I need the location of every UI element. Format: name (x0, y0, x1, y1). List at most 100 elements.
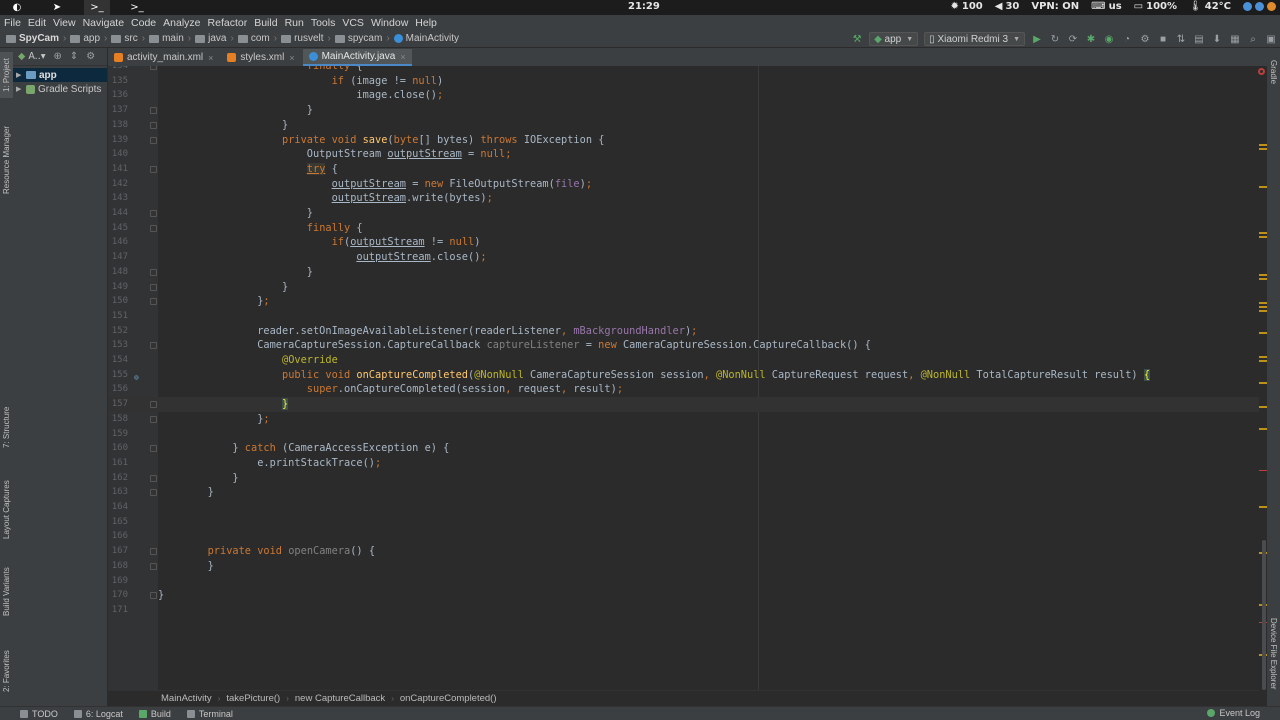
menu-view[interactable]: View (53, 17, 76, 29)
warning-marker[interactable] (1259, 186, 1267, 188)
nav-crumb-rusvelt[interactable]: rusvelt › (281, 33, 335, 44)
tree-node-app[interactable]: ▶ app (13, 68, 107, 82)
warning-marker[interactable] (1259, 274, 1267, 276)
fold-marker-icon[interactable] (150, 224, 157, 232)
warning-marker[interactable] (1259, 506, 1267, 508)
warning-marker[interactable] (1259, 360, 1267, 362)
terminal-icon[interactable]: >_ (84, 0, 110, 15)
warning-marker[interactable] (1259, 310, 1267, 312)
menu-run[interactable]: Run (285, 17, 304, 29)
code-line[interactable]: 139 private void save(byte[] bytes) thro… (108, 133, 1259, 148)
code-line[interactable]: 163 } (108, 485, 1259, 500)
warning-marker[interactable] (1259, 406, 1267, 408)
tab-mainactivity-java[interactable]: MainActivity.java × (302, 49, 412, 66)
code-line[interactable]: 152 reader.setOnImageAvailableListener(r… (108, 324, 1259, 339)
keyboard-indicator[interactable]: ⌨ us (1091, 1, 1122, 12)
apply-code-changes-icon[interactable]: ⟳ (1064, 30, 1082, 48)
menu-build[interactable]: Build (254, 17, 277, 29)
code-editor[interactable]: 134 finally {135 if (image != null) 136 i… (108, 66, 1259, 690)
tray-icon[interactable] (1243, 2, 1252, 11)
fold-marker-icon[interactable] (150, 548, 157, 556)
menu-refactor[interactable]: Refactor (208, 17, 248, 29)
warning-marker[interactable] (1259, 148, 1267, 150)
device-file-explorer-tab[interactable]: Device File Explorer (1267, 608, 1280, 700)
code-line[interactable]: 159 (108, 427, 1259, 442)
fold-marker-icon[interactable] (150, 592, 157, 600)
code-line[interactable]: 157 } (108, 397, 1259, 412)
run-play-icon[interactable]: ▶ (1028, 30, 1046, 48)
tree-node-gradle-scripts[interactable]: ▶ Gradle Scripts (13, 82, 107, 96)
fold-marker-icon[interactable] (150, 445, 157, 453)
code-breadcrumb-item[interactable]: onCaptureCompleted() (400, 693, 497, 704)
code-line[interactable]: 153 CameraCaptureSession.CaptureCallback… (108, 338, 1259, 353)
code-line[interactable]: 155 ⊚ public void onCaptureCompleted(@Non… (108, 368, 1259, 383)
terminal-tab[interactable]: Terminal (186, 709, 233, 719)
menu-analyze[interactable]: Analyze (163, 17, 200, 29)
locate-target-icon[interactable]: ⊕ (53, 51, 61, 62)
menu-edit[interactable]: Edit (28, 17, 46, 29)
code-line[interactable]: 140 OutputStream outputStream = null; (108, 147, 1259, 162)
code-line[interactable]: 171 (108, 603, 1259, 618)
fold-marker-icon[interactable] (150, 66, 157, 70)
error-marker[interactable] (1259, 470, 1267, 471)
nav-crumb-main[interactable]: main › (149, 33, 195, 44)
code-line[interactable]: 168 } (108, 559, 1259, 574)
layout-inspector-icon[interactable]: ▦ (1226, 30, 1244, 48)
project-view-select[interactable]: A..▾ (28, 51, 45, 62)
avd-manager-icon[interactable]: ▤ (1190, 30, 1208, 48)
code-line[interactable]: 137 } (108, 103, 1259, 118)
code-line[interactable]: 167 private void openCamera() { (108, 544, 1259, 559)
logcat-tab[interactable]: 6: Logcat (73, 709, 123, 719)
warning-marker[interactable] (1259, 382, 1267, 384)
code-line[interactable]: 142 outputStream = new FileOutputStream(… (108, 177, 1259, 192)
code-line[interactable]: 148 } (108, 265, 1259, 280)
nav-crumb-spycam[interactable]: spycam › (334, 33, 394, 44)
resource-manager-tab[interactable]: Resource Manager (0, 118, 13, 202)
code-breadcrumb-item[interactable]: MainActivity (161, 693, 212, 704)
code-line[interactable]: 161 e.printStackTrace(); (108, 456, 1259, 471)
code-line[interactable]: 145 finally { (108, 221, 1259, 236)
editor-scrollbar-thumb[interactable] (1262, 540, 1266, 690)
apply-changes-icon[interactable]: ↻ (1046, 30, 1064, 48)
code-line[interactable]: 160 } catch (CameraAccessException e) { (108, 441, 1259, 456)
code-line[interactable]: 138 } (108, 118, 1259, 133)
inspection-status-icon[interactable] (1258, 68, 1265, 75)
menu-code[interactable]: Code (131, 17, 156, 29)
fold-marker-icon[interactable] (150, 210, 157, 217)
nav-crumb-mainactivity[interactable]: MainActivity (393, 33, 459, 44)
nav-crumb-java[interactable]: java › (195, 33, 238, 44)
warning-marker[interactable] (1259, 306, 1267, 308)
favorites-tab[interactable]: 2: Favorites (0, 642, 13, 700)
expand-arrow-icon[interactable]: ▶ (16, 71, 26, 79)
close-icon[interactable]: × (400, 52, 405, 62)
warning-marker[interactable] (1259, 356, 1267, 358)
attach-debugger-icon[interactable]: ⚙ (1136, 30, 1154, 48)
close-icon[interactable]: × (289, 53, 294, 63)
code-line[interactable]: 169 (108, 574, 1259, 589)
code-line[interactable]: 150 }; (108, 294, 1259, 309)
code-line[interactable]: 162 } (108, 471, 1259, 486)
layout-captures-tab[interactable]: Layout Captures (0, 472, 13, 548)
sdk-manager-icon[interactable]: ⬇ (1208, 30, 1226, 48)
build-variants-tab[interactable]: Build Variants (0, 562, 13, 622)
code-line[interactable]: 165 (108, 515, 1259, 530)
collapse-all-icon[interactable]: ⇕ (70, 51, 78, 62)
code-line[interactable]: 147 outputStream.close(); (108, 250, 1259, 265)
fold-marker-icon[interactable] (150, 401, 157, 409)
code-line[interactable]: 154 @Override (108, 353, 1259, 368)
gear-icon[interactable]: ⚙ (86, 51, 95, 62)
error-stripe[interactable] (1259, 66, 1267, 690)
fold-marker-icon[interactable] (150, 298, 157, 306)
warning-marker[interactable] (1259, 302, 1267, 304)
stop-icon[interactable]: ■ (1154, 30, 1172, 48)
code-breadcrumb-item[interactable]: takePicture() (226, 693, 280, 704)
code-line[interactable]: 156 super.onCaptureCompleted(session, re… (108, 382, 1259, 397)
event-log-tab[interactable]: Event Log (1207, 708, 1260, 718)
code-line[interactable]: 151 (108, 309, 1259, 324)
todo-tab[interactable]: TODO (20, 709, 58, 719)
search-icon[interactable]: ⌕ (1244, 30, 1262, 48)
code-line[interactable]: 141 try { (108, 162, 1259, 177)
close-icon[interactable]: × (208, 53, 213, 63)
battery-indicator[interactable]: ▭ 100% (1134, 1, 1177, 12)
debug-bug-icon[interactable]: ✱ (1082, 30, 1100, 48)
